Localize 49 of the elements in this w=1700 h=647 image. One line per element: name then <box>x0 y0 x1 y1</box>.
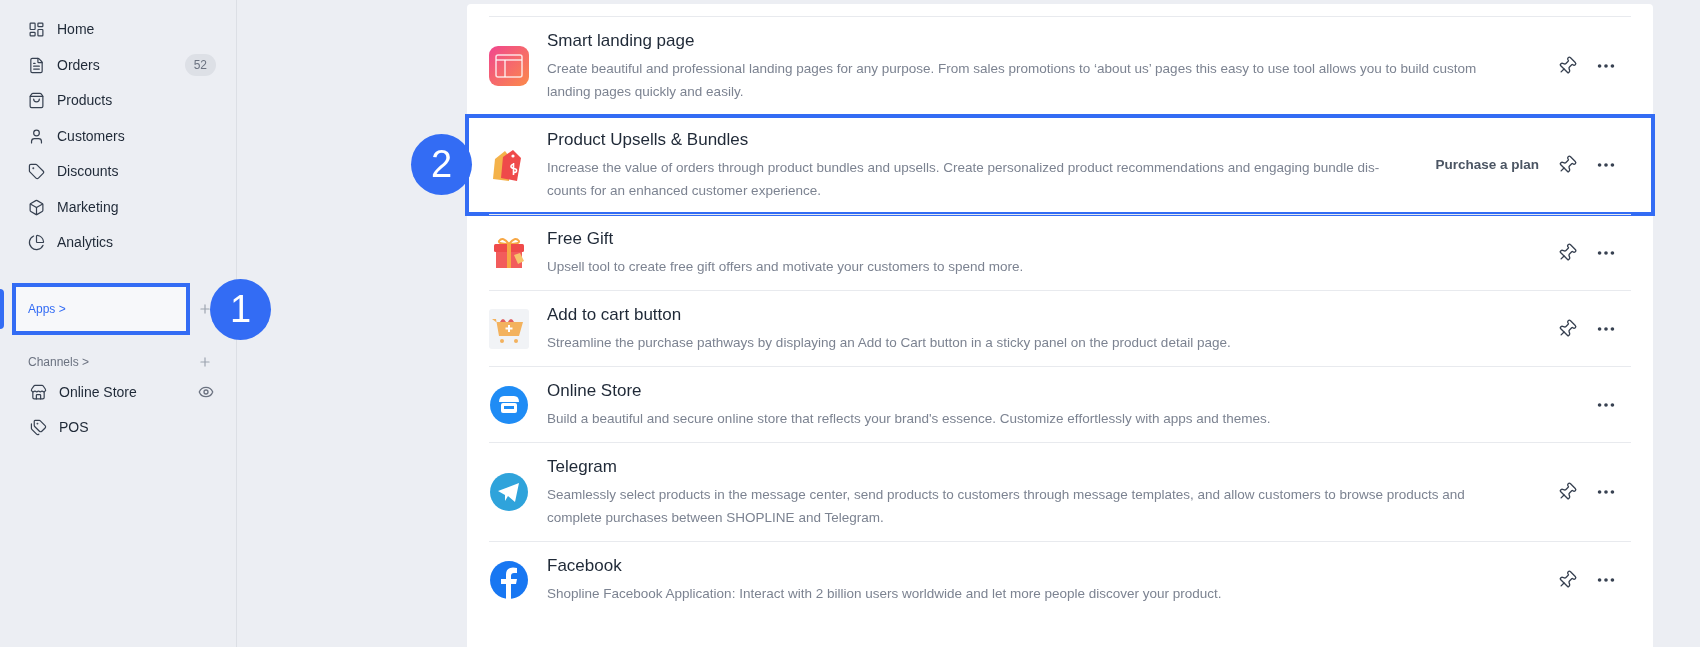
dashboard-icon <box>28 21 45 39</box>
sidebar-item[interactable]: Online Store <box>0 374 236 410</box>
purchase-plan-button[interactable]: Purchase a plan <box>1435 154 1539 176</box>
store-icon <box>489 384 529 425</box>
tags-icon <box>30 419 47 437</box>
paper-plane-icon <box>489 472 529 512</box>
app-title: Smart landing page <box>547 30 696 52</box>
sidebar-item[interactable]: Analytics <box>0 225 236 261</box>
sidebar-item[interactable]: Discounts <box>0 154 236 190</box>
app-row[interactable]: Add to cart button Streamline the purchase pathways by displaying an Add to Cart button in a sticky panel on the product detail page. <box>489 291 1631 366</box>
app-description: Shopline Facebook Application: Interact with 2 billion users worldwide and let more people discover your product. <box>547 585 1223 603</box>
person-icon <box>28 127 45 145</box>
app-title: Facebook <box>547 555 623 577</box>
tag-icon <box>28 163 45 181</box>
app-row[interactable]: Online Store Build a beautiful and secure online store that reflects your brand's essence. Customize effortlessly with apps and themes. <box>489 367 1631 442</box>
app-row[interactable]: Free Gift Upsell tool to create free gift offers and motivate your customers to spend more. <box>489 215 1631 290</box>
app-row[interactable] <box>467 116 1653 214</box>
sidebar-item[interactable]: Orders 52 <box>0 47 236 83</box>
bag-icon <box>28 92 45 110</box>
shopping-cart-icon <box>489 308 529 349</box>
app-title: Product Upsells & Bundles <box>547 129 750 151</box>
sidebar-item[interactable]: Home <box>0 12 236 48</box>
document-icon <box>28 56 45 74</box>
sidebar-item[interactable]: Products <box>0 83 236 119</box>
pie-chart-icon <box>28 234 45 252</box>
count-badge: 52 <box>184 54 216 77</box>
app-title: Add to cart button <box>547 304 683 326</box>
sidebar-item[interactable]: Marketing <box>0 189 236 225</box>
sidebar-item[interactable]: Apps > <box>12 282 190 335</box>
cube-icon <box>28 198 45 216</box>
app-description: Increase the value of orders through product bundles and upsells. Create personalized product recommendations and engaging bundle dis-counts for an enhanced customer experience. <box>547 159 1381 200</box>
app-description: Create beautiful and professional landing pages for any purpose. From sales promotions to ‘about us’ pages this easy to use tool allows you to build custom landing pages quickly and easily. <box>547 60 1478 101</box>
app-description: Streamline the purchase pathways by displaying an Add to Cart button in a sticky panel on the product detail page. <box>547 334 1232 352</box>
store-icon <box>30 383 47 401</box>
section-label[interactable]: Channels > <box>28 352 198 371</box>
app-title: Online Store <box>547 380 643 402</box>
sidebar-item[interactable]: Customers <box>0 118 236 154</box>
callout-number: 1 <box>210 278 271 340</box>
sidebar-item[interactable]: POS <box>0 410 236 446</box>
app-row[interactable]: Facebook Shopline Facebook Application: Interact with 2 billion users worldwide and let more people discover your product. <box>489 542 1631 617</box>
app-description: Upsell tool to create free gift offers and motivate your customers to spend more. <box>547 258 1025 276</box>
app-description: Build a beautiful and secure online store that reflects your brand's essence. Customize effortlessly with apps and themes. <box>547 410 1272 428</box>
landing-page-icon <box>489 46 529 86</box>
facebook-icon <box>489 559 529 600</box>
callout-number: 2 <box>411 134 472 195</box>
app-description: Seamlessly select products in the message center, send products to customers through message templates, and allow customers to browse products and complete purchases between SHOPLINE and Telegram. <box>547 486 1466 527</box>
app-title: Telegram <box>547 456 618 478</box>
add-icon[interactable] <box>198 301 212 316</box>
app-title: Free Gift <box>547 228 615 250</box>
